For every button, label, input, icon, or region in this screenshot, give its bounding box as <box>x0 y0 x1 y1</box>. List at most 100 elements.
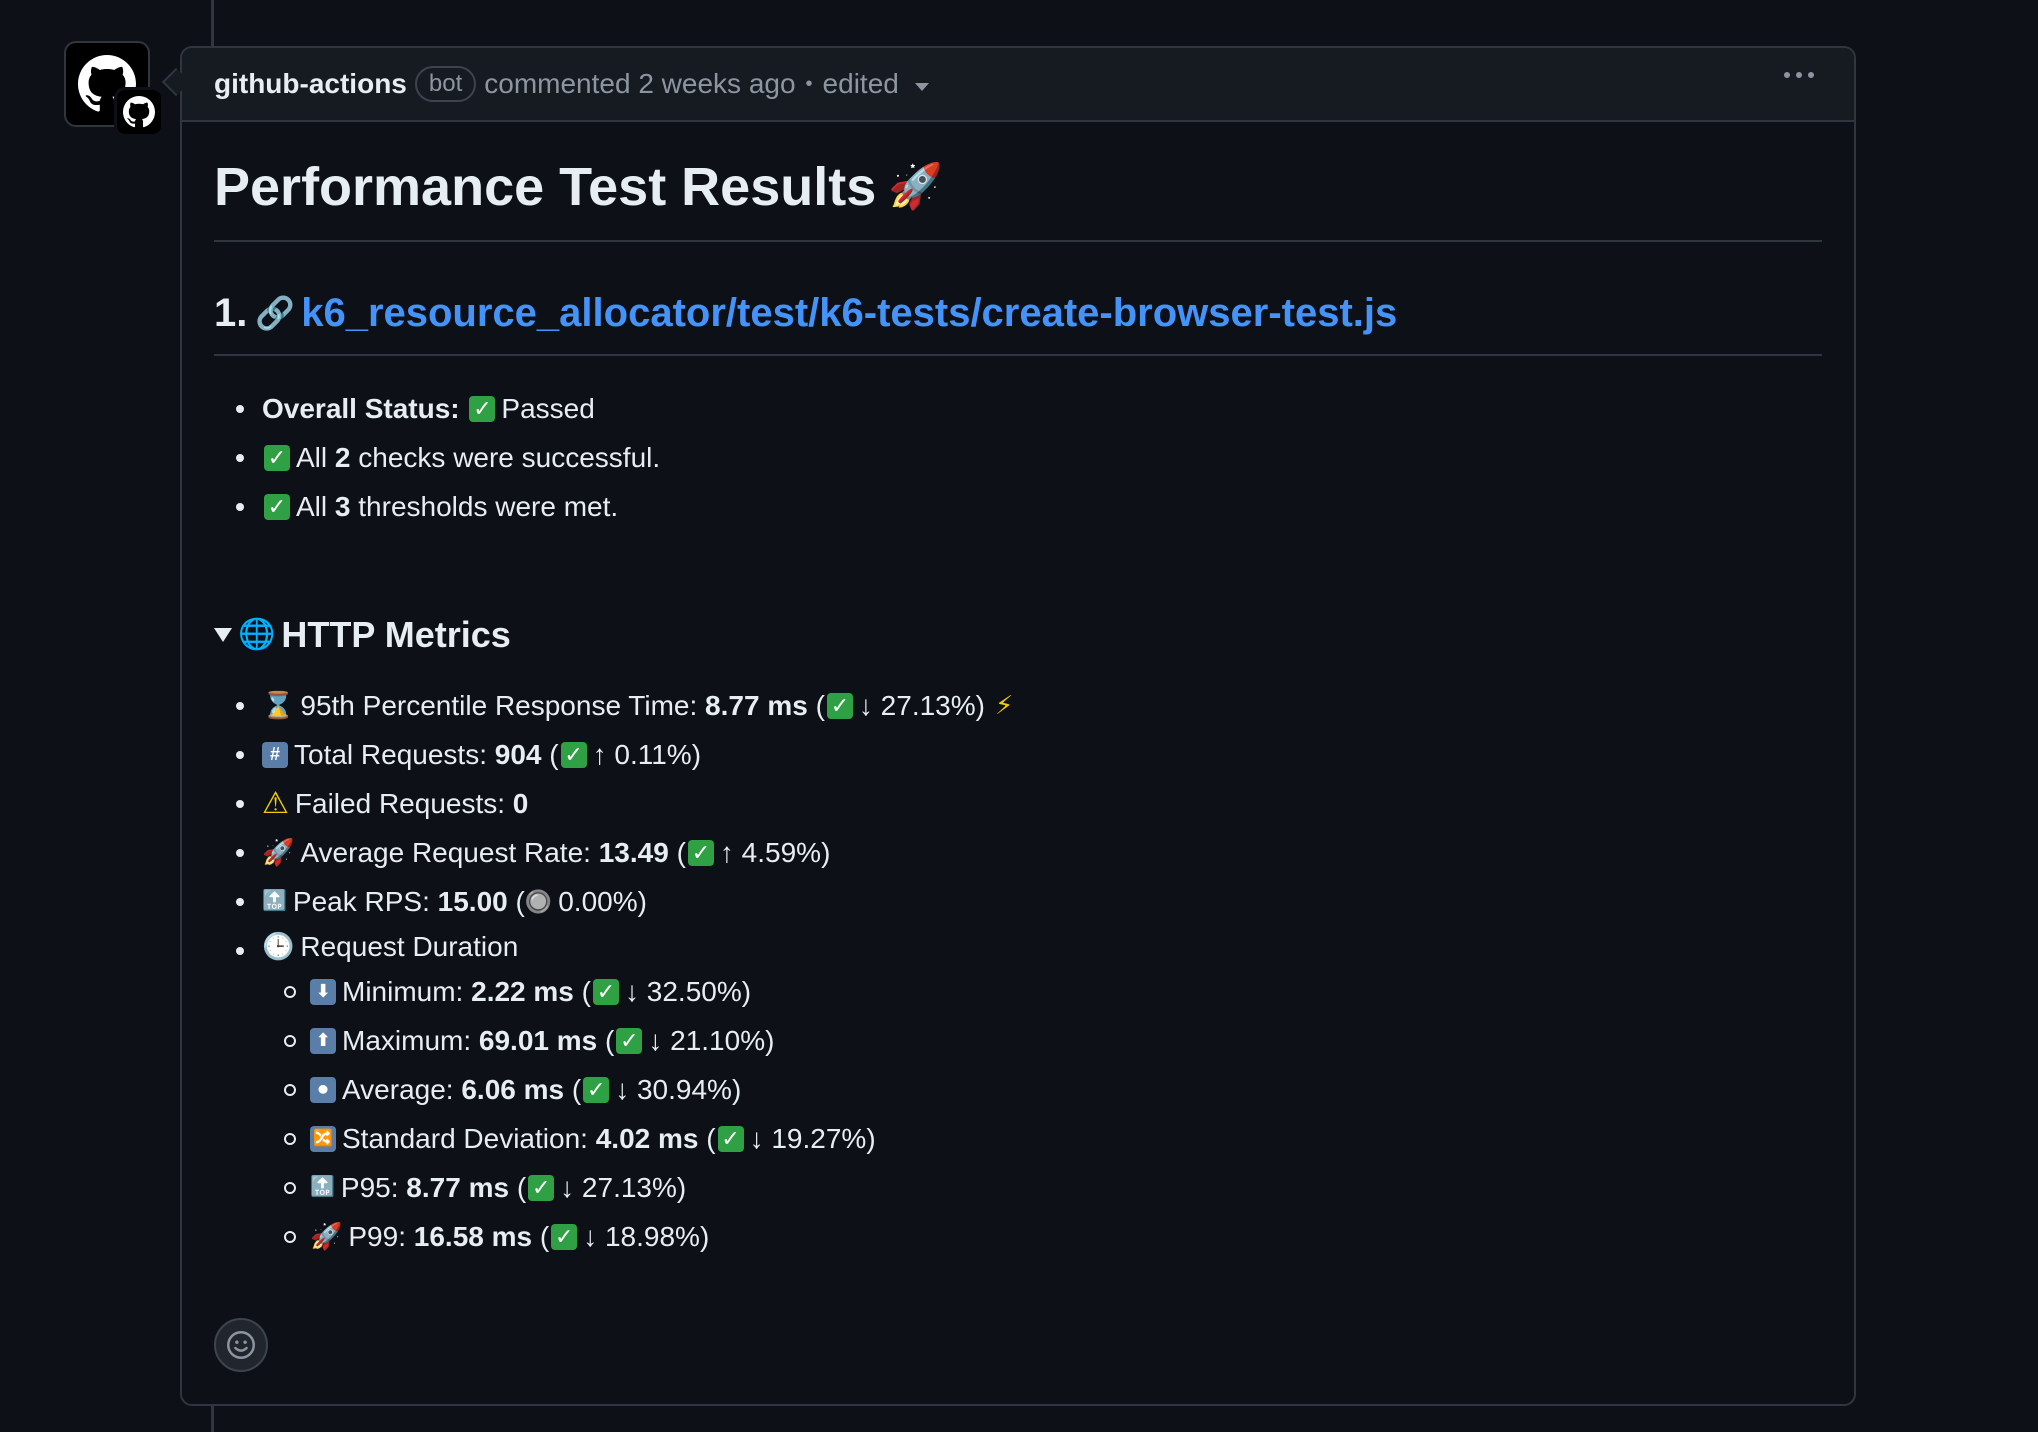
metric-change: ↑ 4.59%) <box>719 837 831 868</box>
check-icon: ✓ <box>592 978 619 1005</box>
hourglass-icon: ⌛ <box>262 690 295 720</box>
overall-status-value: Passed <box>501 393 595 424</box>
summary-list: Overall Status: ✓ Passed ✓ All 2 checks … <box>214 384 1822 531</box>
metric-label: 95th Percentile Response Time: <box>300 690 698 721</box>
metric-value: 8.77 ms <box>406 1172 510 1203</box>
list-item: 🔝 P95: 8.77 ms (✓ ↓ 27.13%) <box>214 1163 1822 1212</box>
checks-count: 2 <box>334 442 351 473</box>
shuffle-icon: 🔀 <box>310 1125 336 1152</box>
metric-label: Request Duration <box>300 931 519 962</box>
metric-label: Standard Deviation: <box>342 1123 588 1154</box>
rocket-icon: 🚀 <box>262 837 295 867</box>
link-icon: 🔗 <box>255 295 296 331</box>
globe-icon: 🌐 <box>238 618 276 651</box>
check-icon: ✓ <box>616 1027 643 1054</box>
page-title: Performance Test Results 🚀 <box>214 152 1822 242</box>
triangle-down-icon <box>214 628 232 642</box>
list-item: 🕒 Request Duration <box>214 926 1822 967</box>
up-arrow-icon: ⬆ <box>310 1027 336 1054</box>
list-item: Overall Status: ✓ Passed <box>214 384 1822 433</box>
http-metrics-toggle[interactable]: 🌐 HTTP Metrics <box>214 611 1822 659</box>
title-text: Performance Test Results <box>214 157 877 217</box>
list-item: ⬇ Minimum: 2.22 ms (✓ ↓ 32.50%) <box>214 967 1822 1016</box>
list-item: ⚠ Failed Requests: 0 <box>214 779 1822 828</box>
test-file-link[interactable]: k6_resource_allocator/test/k6-tests/crea… <box>301 286 1397 340</box>
checks-suffix: checks were successful. <box>358 442 661 473</box>
metric-label: Failed Requests: <box>294 788 506 819</box>
add-reaction-button[interactable] <box>214 1318 268 1372</box>
top-arrow-icon: 🔝 <box>262 890 287 912</box>
checks-prefix: All <box>296 442 328 473</box>
metric-change: ↑ 0.11%) <box>592 739 702 770</box>
metric-change: ↓ 32.50%) <box>624 976 752 1007</box>
check-icon: ✓ <box>687 839 714 866</box>
check-icon: ✓ <box>583 1076 610 1103</box>
rocket-icon: 🚀 <box>310 1221 343 1251</box>
comment-box: github-actions bot commented 2 weeks ago… <box>180 46 1856 1406</box>
metric-change: ↓ 19.27%) <box>749 1123 876 1154</box>
list-item: ✓ All 3 thresholds were met. <box>214 482 1822 531</box>
comment-body: Performance Test Results 🚀 1. 🔗 k6_resou… <box>182 152 1854 1261</box>
list-item: ⏺ Average: 6.06 ms (✓ ↓ 30.94%) <box>214 1065 1822 1114</box>
check-icon: ✓ <box>264 444 290 471</box>
section-number: 1. <box>214 291 248 335</box>
warning-icon: ⚠ <box>262 787 289 820</box>
metric-value: 6.06 ms <box>461 1074 565 1105</box>
metric-change: ↓ 30.94%) <box>615 1074 742 1105</box>
list-item: # Total Requests: 904 (✓ ↑ 0.11%) <box>214 730 1822 779</box>
numbers-icon: # <box>262 741 288 768</box>
metric-label: Minimum: <box>342 976 464 1007</box>
metric-change: 0.00%) <box>558 886 647 917</box>
check-icon: ✓ <box>469 395 496 422</box>
metric-value: 16.58 ms <box>413 1221 533 1252</box>
metric-label: Average: <box>342 1074 454 1105</box>
top-arrow-icon: 🔝 <box>310 1176 335 1198</box>
list-item: 🚀 Average Request Rate: 13.49 (✓ ↑ 4.59%) <box>214 828 1822 877</box>
http-metrics-list: ⌛ 95th Percentile Response Time: 8.77 ms… <box>214 681 1822 1261</box>
metric-label: Total Requests: <box>294 739 487 770</box>
metric-label: Maximum: <box>342 1025 472 1056</box>
metric-value: 15.00 <box>437 886 508 917</box>
metric-value: 904 <box>494 739 542 770</box>
check-icon: ✓ <box>528 1174 555 1201</box>
metric-value: 2.22 ms <box>471 976 574 1007</box>
thresholds-prefix: All <box>296 491 328 522</box>
rocket-icon: 🚀 <box>888 162 944 211</box>
comment-time[interactable]: commented 2 weeks ago <box>484 68 795 100</box>
chevron-down-icon <box>914 83 929 91</box>
check-icon: ✓ <box>826 692 853 719</box>
check-icon: ✓ <box>551 1223 578 1250</box>
http-metrics-label: HTTP Metrics <box>281 614 511 655</box>
list-item: 🚀 P99: 16.58 ms (✓ ↓ 18.98%) <box>214 1212 1822 1261</box>
metric-change: ↓ 27.13%) <box>858 690 985 721</box>
metric-value: 69.01 ms <box>478 1025 598 1056</box>
check-icon: ✓ <box>560 741 587 768</box>
list-item: ⌛ 95th Percentile Response Time: 8.77 ms… <box>214 681 1822 730</box>
kebab-menu-icon[interactable] <box>1784 72 1814 78</box>
metric-change: ↓ 18.98%) <box>583 1221 710 1252</box>
clock-icon: 🕒 <box>262 931 295 961</box>
check-icon: ✓ <box>264 493 290 520</box>
metric-change: ↓ 21.10%) <box>648 1025 775 1056</box>
metric-value: 0 <box>512 788 529 819</box>
bot-label: bot <box>414 66 477 102</box>
author-link[interactable]: github-actions <box>214 68 407 100</box>
metric-value: 4.02 ms <box>595 1123 699 1154</box>
metric-label: Average Request Rate: <box>300 837 591 868</box>
thresholds-suffix: thresholds were met. <box>358 491 619 522</box>
lightning-icon: ⚡ <box>994 690 1014 720</box>
comment-header: github-actions bot commented 2 weeks ago… <box>182 48 1854 122</box>
metric-label: Peak RPS: <box>292 886 430 917</box>
separator-dot: • <box>805 72 813 95</box>
github-mark-icon <box>123 96 155 128</box>
record-icon: ⏺ <box>310 1076 336 1103</box>
metric-value: 8.77 ms <box>705 690 808 721</box>
radio-button-icon: 🔘 <box>524 889 553 914</box>
check-icon: ✓ <box>717 1125 744 1152</box>
down-arrow-icon: ⬇ <box>310 978 336 1005</box>
metric-label: P99: <box>348 1221 406 1252</box>
list-item: ✓ All 2 checks were successful. <box>214 433 1822 482</box>
app-badge <box>117 90 161 134</box>
section-heading: 1. 🔗 k6_resource_allocator/test/k6-tests… <box>214 286 1822 356</box>
edited-dropdown[interactable]: edited <box>823 68 929 100</box>
